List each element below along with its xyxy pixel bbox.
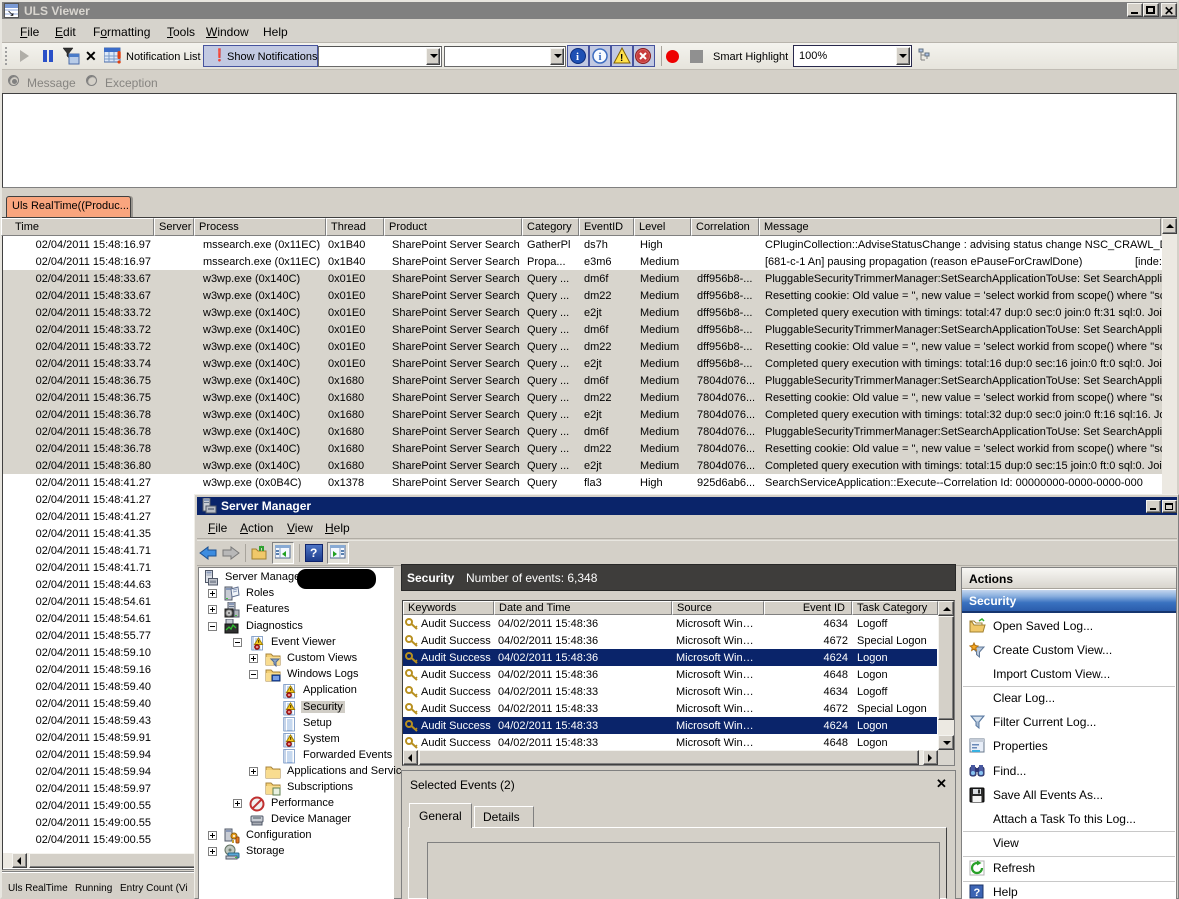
svg-text:!: ! [620, 53, 623, 64]
svg-text:?: ? [974, 887, 981, 899]
svg-text:i: i [576, 51, 579, 63]
svg-text:i: i [599, 51, 602, 63]
